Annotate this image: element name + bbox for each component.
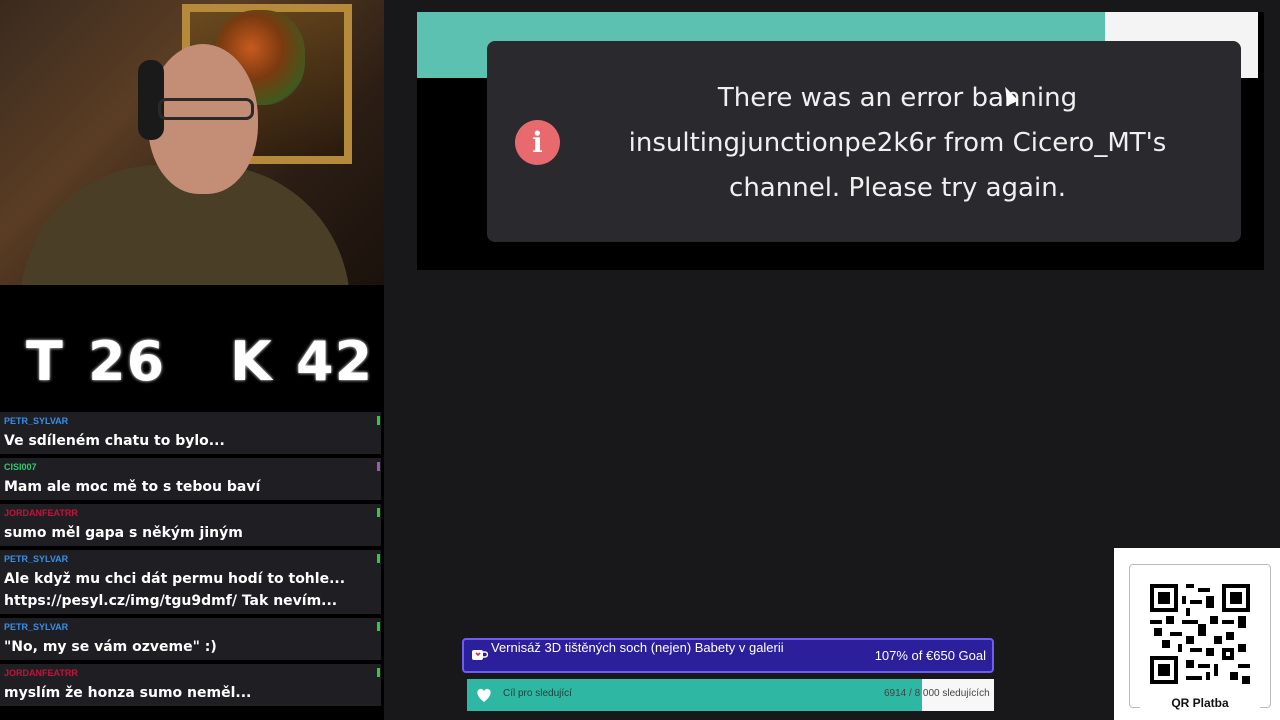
chat-username[interactable]: PETR_SYLVAR bbox=[4, 622, 68, 632]
chat-indicator bbox=[377, 508, 380, 517]
chat-text: Ve sdíleném chatu to bylo... bbox=[4, 433, 225, 449]
chat-text: myslím že honza sumo neměl... bbox=[4, 685, 252, 701]
heart-hand-icon bbox=[477, 688, 491, 702]
chat-message: PETR_SYLVAR Ve sdíleném chatu to bylo... bbox=[0, 412, 381, 456]
info-icon: i bbox=[515, 120, 560, 165]
chat-message: PETR_SYLVAR Ale když mu chci dát permu h… bbox=[0, 550, 381, 616]
chat-username[interactable]: CISI007 bbox=[4, 462, 37, 472]
chat-username[interactable]: PETR_SYLVAR bbox=[4, 554, 68, 564]
score-k-label: K bbox=[230, 330, 273, 393]
chat-username[interactable]: JORDANFEATRR bbox=[4, 668, 78, 678]
error-message: There was an error banning insultingjunc… bbox=[628, 83, 1167, 203]
chat-text: Ale když mu chci dát permu hodí to tohle… bbox=[4, 571, 346, 587]
qr-code-icon[interactable] bbox=[1150, 584, 1250, 684]
chat-message: JORDANFEATRR sumo měl gapa s někým jiným bbox=[0, 504, 381, 548]
coffee-cup-icon bbox=[472, 650, 488, 660]
webcam-feed bbox=[0, 0, 384, 285]
chat-text: "No, my se vám ozveme" :) bbox=[4, 639, 217, 655]
chat-message: PETR_SYLVAR "No, my se vám ozveme" :) bbox=[0, 618, 381, 662]
chat-message: CISI007 Mam ale moc mě to s tebou baví bbox=[0, 458, 381, 502]
chat-indicator bbox=[377, 554, 380, 563]
qr-label: QR Platba bbox=[1140, 696, 1260, 710]
donation-goal-title: Vernisáž 3D tištěných soch (nejen) Babet… bbox=[491, 640, 784, 655]
glasses bbox=[158, 98, 254, 120]
chat-text-line2: https://pesyl.cz/img/tgu9dmf/ Tak nevím.… bbox=[4, 593, 338, 609]
score-t-label: T bbox=[26, 330, 64, 393]
score-k-value: 42 bbox=[296, 330, 374, 393]
chat-text: Mam ale moc mě to s tebou baví bbox=[4, 479, 261, 495]
chat-username[interactable]: PETR_SYLVAR bbox=[4, 416, 68, 426]
score-t-value: 26 bbox=[88, 330, 166, 393]
chat-indicator bbox=[377, 416, 380, 425]
chat-text: sumo měl gapa s někým jiným bbox=[4, 525, 243, 541]
chat-indicator bbox=[377, 668, 380, 677]
follower-goal-count: 6914 / 8 000 sledujících bbox=[884, 688, 990, 699]
chat-indicator bbox=[377, 622, 380, 631]
chat-panel: PETR_SYLVAR Ve sdíleném chatu to bylo...… bbox=[0, 412, 384, 720]
donation-goal-progress: 107% of €650 Goal bbox=[874, 648, 986, 663]
chat-username[interactable]: JORDANFEATRR bbox=[4, 508, 78, 518]
follower-goal-label: Cíl pro sledující bbox=[503, 688, 572, 699]
chat-message: JORDANFEATRR myslím že honza sumo neměl.… bbox=[0, 664, 381, 708]
chat-indicator bbox=[377, 462, 380, 471]
